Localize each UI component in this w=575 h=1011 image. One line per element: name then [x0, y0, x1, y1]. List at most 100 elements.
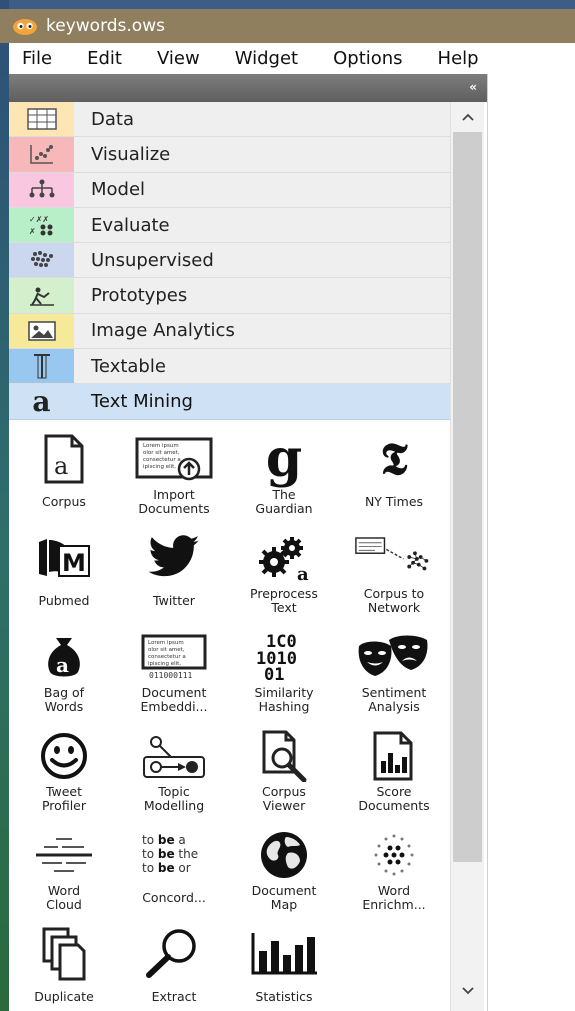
- widget-label: Concord...: [142, 890, 206, 905]
- menu-options[interactable]: Options: [333, 48, 402, 69]
- widget-label: Sentiment Analysis: [361, 685, 427, 714]
- window-title: keywords.ows: [46, 16, 165, 36]
- scroll-up-arrow-icon[interactable]: [451, 102, 485, 132]
- svg-text:ipiscing elit,: ipiscing elit,: [148, 661, 181, 667]
- collapse-dock-button[interactable]: «: [469, 80, 477, 94]
- pubmed-icon: M: [24, 530, 104, 586]
- widget-preprocess-text[interactable]: a Preprocess Text: [229, 522, 339, 621]
- nytimes-icon: 𝕿: [380, 433, 408, 485]
- widget-label: Pubmed: [38, 593, 90, 608]
- category-data[interactable]: Data: [9, 102, 450, 138]
- category-label: Unsupervised: [91, 249, 214, 271]
- svg-text:a: a: [297, 564, 309, 582]
- widget-label: Twitter: [153, 593, 195, 608]
- svg-text:to be or: to be or: [142, 861, 191, 875]
- category-unsupervised[interactable]: Unsupervised: [9, 243, 450, 279]
- category-label: Model: [91, 179, 146, 201]
- menu-widget[interactable]: Widget: [235, 48, 298, 69]
- menu-view[interactable]: View: [157, 48, 200, 69]
- menu-edit[interactable]: Edit: [87, 48, 122, 69]
- workflow-canvas[interactable]: [487, 74, 575, 1011]
- svg-text:M: M: [62, 549, 86, 577]
- widget-concordance[interactable]: to be a to be the to be or Concord...: [119, 819, 229, 918]
- widget-topic-modelling[interactable]: Topic Modelling: [119, 720, 229, 819]
- word-enrichment-icon: [354, 827, 434, 883]
- matrix-icon: ✓✗✗ ✗: [9, 207, 74, 243]
- widget-similarity-hashing[interactable]: 1C0 1010 01 Similarity Hashing: [229, 621, 339, 720]
- widget-score-documents[interactable]: Score Documents: [339, 720, 449, 819]
- similarity-hashing-icon: 1C0 1010 01: [244, 629, 324, 685]
- tree-icon: [9, 172, 74, 207]
- guardian-icon: g: [265, 428, 303, 489]
- svg-text:✓✗✗: ✓✗✗: [29, 215, 49, 224]
- corpus-icon: a: [24, 431, 104, 487]
- widget-the-guardian[interactable]: g The Guardian: [229, 423, 339, 522]
- category-label: Data: [91, 108, 134, 130]
- svg-text:Lorem ipsum: Lorem ipsum: [143, 443, 179, 449]
- duplicate-icon: [24, 926, 104, 982]
- widget-corpus-to-network[interactable]: Corpus to Network: [339, 522, 449, 621]
- widget-label: Statistics: [255, 989, 313, 1004]
- widget-label: Import Documents: [138, 487, 210, 516]
- text-mining-widgets: a Corpus Lorem ipsum olor sit amet, consec…: [9, 423, 450, 1011]
- topic-modelling-icon: [134, 728, 214, 784]
- widget-extract[interactable]: Extract: [119, 918, 229, 1011]
- category-visualize[interactable]: Visualize: [9, 137, 450, 173]
- window-titlebar: keywords.ows: [0, 9, 575, 43]
- svg-text:to be a: to be a: [142, 833, 186, 847]
- toolbox-scrollbar[interactable]: [450, 102, 484, 1011]
- widget-label: NY Times: [364, 494, 424, 509]
- category-label: Text Mining: [91, 391, 193, 413]
- svg-text:a: a: [54, 452, 68, 480]
- widget-word-enrichment[interactable]: Word Enrichm...: [339, 819, 449, 918]
- scrollbar-thumb[interactable]: [453, 132, 482, 862]
- widget-toolbox: Data Visualize Model ✓✗✗ ✗ Evaluate Unsup…: [9, 102, 450, 1011]
- desktop-background-top: [0, 0, 575, 9]
- document-embedding-icon: Lorem ipsum olor sit amet, consectetur a ip…: [134, 629, 214, 685]
- preprocess-icon: a: [244, 530, 324, 586]
- widget-corpus-viewer[interactable]: Corpus Viewer: [229, 720, 339, 819]
- letter-a-icon: a: [9, 384, 74, 419]
- smiley-icon: [24, 728, 104, 784]
- menu-help[interactable]: Help: [438, 48, 479, 69]
- svg-text:consectetur a: consectetur a: [148, 654, 186, 660]
- category-textable[interactable]: Textable: [9, 349, 450, 385]
- category-text-mining[interactable]: a Text Mining: [9, 384, 450, 420]
- widget-label: Document Embeddi...: [140, 685, 208, 714]
- widget-bag-of-words[interactable]: a Bag of Words: [9, 621, 119, 720]
- category-label: Textable: [91, 355, 166, 377]
- magnifier-icon: [134, 926, 214, 982]
- word-cloud-icon: [24, 827, 104, 883]
- widget-sentiment-analysis[interactable]: Sentiment Analysis: [339, 621, 449, 720]
- widget-word-cloud[interactable]: Word Cloud: [9, 819, 119, 918]
- scroll-down-arrow-icon[interactable]: [451, 976, 485, 1006]
- widget-label: Corpus Viewer: [262, 784, 306, 813]
- widget-ny-times[interactable]: 𝕿 NY Times: [339, 423, 449, 522]
- desktop-background-left: [0, 0, 9, 1011]
- category-evaluate[interactable]: ✓✗✗ ✗ Evaluate: [9, 207, 450, 244]
- category-prototypes[interactable]: Prototypes: [9, 278, 450, 314]
- import-documents-icon: Lorem ipsum olor sit amet, consectetur a ip…: [134, 431, 214, 487]
- image-icon: [9, 313, 74, 349]
- widget-document-map[interactable]: Document Map: [229, 819, 339, 918]
- widget-pubmed[interactable]: M Pubmed: [9, 522, 119, 621]
- svg-text:011000111: 011000111: [149, 671, 193, 680]
- svg-text:a: a: [56, 653, 69, 677]
- sentiment-icon: [354, 629, 434, 685]
- widget-label: Score Documents: [358, 784, 430, 813]
- widget-tweet-profiler[interactable]: Tweet Profiler: [9, 720, 119, 819]
- menu-file[interactable]: File: [22, 48, 52, 69]
- widget-corpus[interactable]: a Corpus: [9, 423, 119, 522]
- category-label: Visualize: [91, 143, 171, 165]
- widget-document-embedding[interactable]: Lorem ipsum olor sit amet, consectetur a ip…: [119, 621, 229, 720]
- category-image-analytics[interactable]: Image Analytics: [9, 313, 450, 350]
- widget-import-documents[interactable]: Lorem ipsum olor sit amet, consectetur a ip…: [119, 423, 229, 522]
- widget-statistics[interactable]: Statistics: [229, 918, 339, 1011]
- widget-label: Word Enrichm...: [362, 883, 426, 912]
- corpus-viewer-icon: [244, 728, 324, 784]
- category-label: Evaluate: [91, 214, 170, 236]
- widget-twitter[interactable]: Twitter: [119, 522, 229, 621]
- svg-text:olor sit amet,: olor sit amet,: [143, 450, 180, 456]
- widget-duplicate[interactable]: Duplicate: [9, 918, 119, 1011]
- category-model[interactable]: Model: [9, 172, 450, 208]
